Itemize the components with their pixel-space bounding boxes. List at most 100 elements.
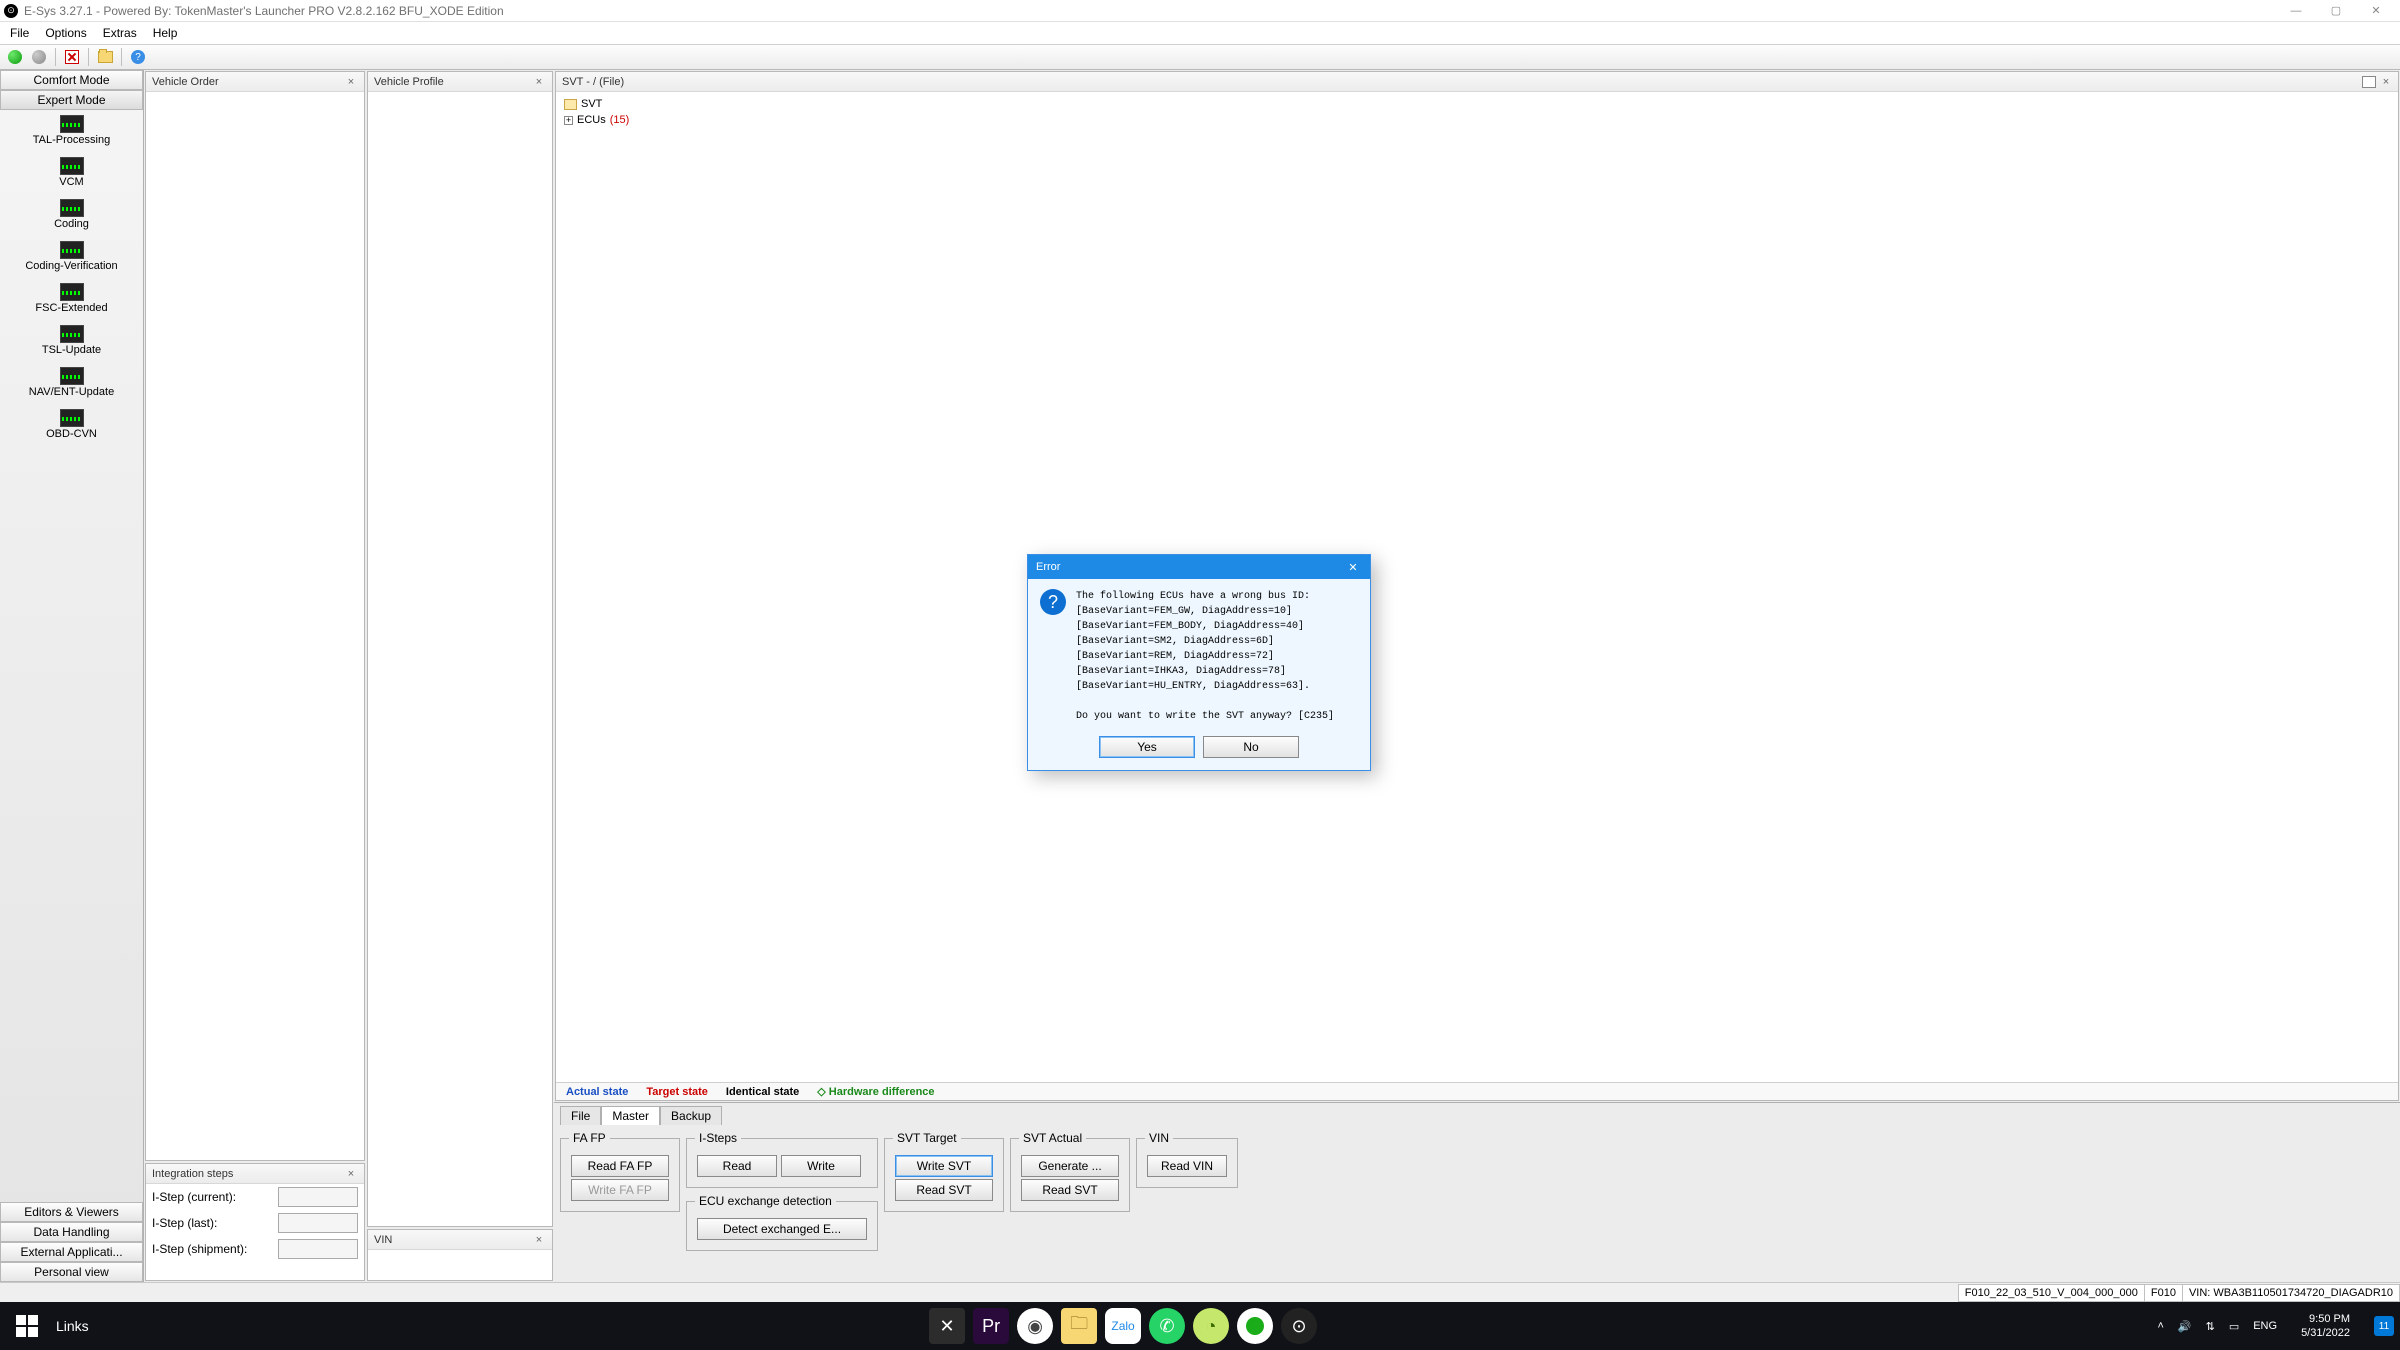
istep-current-input[interactable]: [278, 1187, 358, 1207]
tray-clock[interactable]: 9:50 PM 5/31/2022: [2301, 1312, 2350, 1340]
close-icon[interactable]: ×: [344, 75, 358, 89]
close-icon[interactable]: ×: [344, 1167, 358, 1181]
sidebar-item-tsl-update[interactable]: TSL-Update: [0, 320, 143, 362]
dialog-yes-button[interactable]: Yes: [1099, 736, 1195, 758]
taskbar-app-icon[interactable]: ◔: [1193, 1308, 1229, 1344]
editors-viewers-button[interactable]: Editors & Viewers: [0, 1202, 143, 1222]
group-title: ECU exchange detection: [695, 1194, 836, 1208]
dialog-no-button[interactable]: No: [1203, 736, 1299, 758]
tray-language[interactable]: ENG: [2253, 1320, 2277, 1332]
open-folder-button[interactable]: [94, 47, 116, 67]
status-series: F010: [2144, 1284, 2183, 1302]
cancel-button[interactable]: [61, 47, 83, 67]
istep-shipment-label: I-Step (shipment):: [152, 1242, 278, 1256]
close-icon[interactable]: ×: [532, 75, 546, 89]
tab-file[interactable]: File: [560, 1106, 601, 1125]
group-ecu-exchange: ECU exchange detection Detect exchanged …: [686, 1194, 878, 1251]
read-svt-actual-button[interactable]: Read SVT: [1021, 1179, 1119, 1201]
close-window-button[interactable]: ✕: [2356, 1, 2396, 21]
dialog-close-icon[interactable]: ✕: [1344, 558, 1362, 576]
sidebar-item-tal-processing[interactable]: TAL-Processing: [0, 110, 143, 152]
istep-last-label: I-Step (last):: [152, 1216, 278, 1230]
istep-last-input[interactable]: [278, 1213, 358, 1233]
taskbar-whatsapp-icon[interactable]: ✆: [1149, 1308, 1185, 1344]
tab-backup[interactable]: Backup: [660, 1106, 722, 1125]
disconnect-button[interactable]: [28, 47, 50, 67]
isteps-write-button[interactable]: Write: [781, 1155, 861, 1177]
read-svt-target-button[interactable]: Read SVT: [895, 1179, 993, 1201]
connect-button[interactable]: [4, 47, 26, 67]
sidebar-item-vcm[interactable]: VCM: [0, 152, 143, 194]
svt-tree[interactable]: SVT + ECUs (15): [556, 92, 2398, 1082]
folder-icon: [564, 99, 577, 110]
close-icon[interactable]: ×: [2380, 76, 2392, 88]
menu-file[interactable]: File: [2, 24, 37, 42]
taskbar-bmw-icon[interactable]: ⊙: [1281, 1308, 1317, 1344]
read-vin-button[interactable]: Read VIN: [1147, 1155, 1227, 1177]
svt-ecus-node[interactable]: + ECUs (15): [560, 112, 2394, 128]
question-icon: ?: [1040, 589, 1066, 615]
svt-options-icon[interactable]: [2362, 76, 2376, 88]
sidebar-item-coding[interactable]: Coding: [0, 194, 143, 236]
write-svt-button[interactable]: Write SVT: [895, 1155, 993, 1177]
start-button[interactable]: [16, 1315, 38, 1337]
taskbar-app-icon[interactable]: ✕: [929, 1308, 965, 1344]
info-button[interactable]: ?: [127, 47, 149, 67]
taskbar-wechat-icon[interactable]: [1237, 1308, 1273, 1344]
vehicle-order-panel: Vehicle Order ×: [145, 71, 365, 1161]
taskbar-search[interactable]: Links: [56, 1318, 89, 1334]
menu-options[interactable]: Options: [37, 24, 94, 42]
sidebar-item-label: VCM: [0, 176, 143, 188]
group-fa-fp: FA FP Read FA FP Write FA FP: [560, 1131, 680, 1212]
tray-network-icon[interactable]: ⇅: [2206, 1320, 2215, 1333]
close-icon[interactable]: ×: [532, 1233, 546, 1247]
svt-root-node[interactable]: SVT: [560, 96, 2394, 112]
group-svt-target: SVT Target Write SVT Read SVT: [884, 1131, 1004, 1212]
menu-bar: File Options Extras Help: [0, 22, 2400, 44]
tab-master[interactable]: Master: [601, 1106, 660, 1125]
taskbar-zalo-icon[interactable]: Zalo: [1105, 1308, 1141, 1344]
istep-current-label: I-Step (current):: [152, 1190, 278, 1204]
taskbar-chrome-icon[interactable]: ◉: [1017, 1308, 1053, 1344]
comfort-mode-button[interactable]: Comfort Mode: [0, 70, 143, 90]
group-isteps: I-Steps Read Write: [686, 1131, 878, 1188]
taskbar-explorer-icon[interactable]: 🗀: [1061, 1308, 1097, 1344]
menu-extras[interactable]: Extras: [95, 24, 145, 42]
legend-identical: Identical state: [726, 1086, 799, 1098]
maximize-button[interactable]: ▢: [2316, 1, 2356, 21]
sidebar-item-coding-verification[interactable]: Coding-Verification: [0, 236, 143, 278]
bottom-tabs: File Master Backup: [554, 1103, 2400, 1125]
notifications-badge[interactable]: 11: [2374, 1316, 2394, 1336]
ecu-icon: [60, 241, 84, 259]
taskbar-premiere-icon[interactable]: Pr: [973, 1308, 1009, 1344]
detect-exchanged-button[interactable]: Detect exchanged E...: [697, 1218, 867, 1240]
sidebar-item-obd-cvn[interactable]: OBD-CVN: [0, 404, 143, 446]
expand-icon[interactable]: +: [564, 116, 573, 125]
minimize-button[interactable]: —: [2276, 1, 2316, 21]
sidebar-item-label: Coding-Verification: [0, 260, 143, 272]
external-applications-button[interactable]: External Applicati...: [0, 1242, 143, 1262]
personal-view-button[interactable]: Personal view: [0, 1262, 143, 1282]
dialog-title-bar[interactable]: Error ✕: [1028, 555, 1370, 579]
ecu-icon: [60, 283, 84, 301]
windows-taskbar[interactable]: Links ✕ Pr ◉ 🗀 Zalo ✆ ◔ ⊙ ˄ 🔊 ⇅ ▭ ENG 9:…: [0, 1302, 2400, 1350]
sidebar-item-nav-ent-update[interactable]: NAV/ENT-Update: [0, 362, 143, 404]
data-handling-button[interactable]: Data Handling: [0, 1222, 143, 1242]
group-title: FA FP: [569, 1131, 610, 1145]
generate-button[interactable]: Generate ...: [1021, 1155, 1119, 1177]
tray-volume-icon[interactable]: 🔊: [2178, 1320, 2192, 1333]
read-fa-fp-button[interactable]: Read FA FP: [571, 1155, 669, 1177]
panel-title: SVT - / (File): [562, 76, 624, 88]
group-svt-actual: SVT Actual Generate ... Read SVT: [1010, 1131, 1130, 1212]
tray-chevron-icon[interactable]: ˄: [2157, 1320, 2163, 1332]
system-tray: ˄ 🔊 ⇅ ▭ ENG 9:50 PM 5/31/2022 11: [2157, 1312, 2394, 1340]
dialog-message: The following ECUs have a wrong bus ID: …: [1076, 589, 1334, 724]
expert-mode-button[interactable]: Expert Mode: [0, 90, 143, 110]
menu-help[interactable]: Help: [145, 24, 186, 42]
isteps-read-button[interactable]: Read: [697, 1155, 777, 1177]
tray-battery-icon[interactable]: ▭: [2229, 1320, 2239, 1333]
istep-shipment-input[interactable]: [278, 1239, 358, 1259]
window-title: E-Sys 3.27.1 - Powered By: TokenMaster's…: [24, 4, 2276, 18]
legend-target: Target state: [646, 1086, 708, 1098]
sidebar-item-fsc-extended[interactable]: FSC-Extended: [0, 278, 143, 320]
